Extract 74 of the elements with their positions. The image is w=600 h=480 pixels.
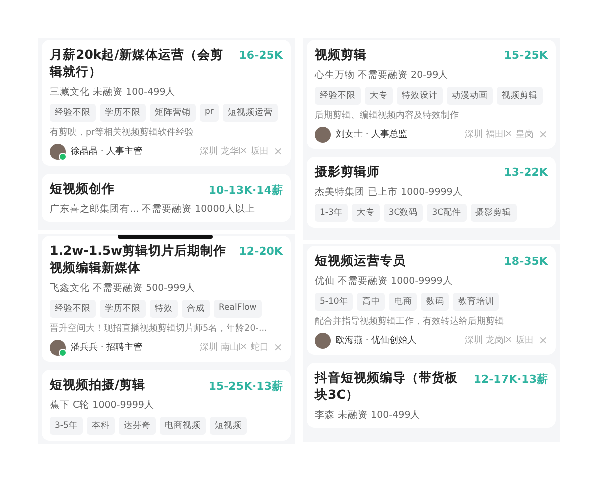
salary: 15-25K·13薪 xyxy=(208,378,283,394)
tag: 教育培训 xyxy=(453,292,500,311)
tag: 电商视频 xyxy=(160,416,206,435)
tag: 特效设计 xyxy=(397,86,443,105)
tag: 数码 xyxy=(421,292,450,311)
job-card[interactable]: 1.2w-1.5w剪辑切片后期制作视频编辑新媒体 12-20K 飞鑫文化 不需要融资 500-999人 经验不限 学历不限 特效 合成 RealFlow 晋升空间大！现招直播视频剪辑切片师5名，年龄20-... 潘兵兵 · 招聘主管 深圳 南山区 蛇口 × xyxy=(42,236,291,362)
company-info: 蕉下 C轮 1000-9999人 xyxy=(50,398,156,412)
job-card[interactable]: 短视频拍摄/剪辑 15-25K·13薪 蕉下 C轮 1000-9999人 3-5年 本科 达芬奇 电商视频 短视频 xyxy=(42,370,291,441)
company-info: 李森 未融资 100-499人 xyxy=(315,408,422,422)
company-info: 优仙 不需要融资 1000-9999人 xyxy=(315,274,454,288)
job-title: 抖音短视频编导（带货板块3C） xyxy=(315,370,459,404)
location: 深圳 龙岗区 坂田 xyxy=(465,334,534,348)
recruiter-name: 刘女士 · 人事总监 xyxy=(336,128,409,142)
location: 深圳 福田区 皇岗 xyxy=(465,128,534,142)
tag: 矩阵营销 xyxy=(150,104,196,122)
job-title: 短视频拍摄/剪辑 xyxy=(50,376,146,394)
tag: 大专 xyxy=(352,204,380,222)
salary: 13-22K xyxy=(504,164,548,179)
job-card[interactable]: 视频剪辑 15-25K 心生万物 不需要融资 20-99人 经验不限 大专 特效设计 动漫动画 视频剪辑 后期剪辑、编辑视频内容及特效制作 刘女士 · 人事总监 深圳 福田区 皇岗 × xyxy=(307,40,556,149)
job-card[interactable]: 月薪20k起/新媒体运营（会剪辑就行） 16-25K 三藏文化 未融资 100-499人 经验不限 学历不限 矩阵营销 pr 短视频运营 有剪映，pr等相关视频剪辑软件经验 徐晶晶 · 人事主管 深圳 龙华区 坂田 × xyxy=(42,40,291,166)
company-info: 飞鑫文化 不需要融资 500-999人 xyxy=(50,282,197,295)
tag: 本科 xyxy=(86,416,115,435)
tag: 特效 xyxy=(150,300,178,318)
job-title: 短视频运营专员 xyxy=(315,253,406,270)
salary: 18-35K xyxy=(504,254,548,268)
job-description: 晋升空间大！现招直播视频剪辑切片师5名，年龄20-... xyxy=(50,322,268,335)
tag: 学历不限 xyxy=(100,300,146,318)
salary: 12-17K·13薪 xyxy=(474,372,548,387)
tag: 短视频运营 xyxy=(222,104,278,122)
job-title: 视频剪辑 xyxy=(315,47,367,64)
tag: 5-10年 xyxy=(315,292,354,311)
recruiter-name: 潘兵兵 · 招聘主管 xyxy=(71,342,144,354)
salary: 15-25K xyxy=(504,48,548,62)
recruiter-name: 徐晶晶 · 人事主管 xyxy=(71,146,144,158)
recruiter-name: 欧海燕 · 优仙创始人 xyxy=(336,334,418,348)
tag: 1-3年 xyxy=(315,204,348,222)
job-description: 配合并指导视频剪辑工作，有效转达给后期剪辑 xyxy=(315,316,505,328)
tag: 经验不限 xyxy=(50,300,96,318)
tag: 经验不限 xyxy=(50,104,96,122)
tag: pr xyxy=(200,104,219,122)
job-title: 短视频创作 xyxy=(50,180,115,198)
salary: 16-25K xyxy=(239,48,283,62)
tag: 视频剪辑 xyxy=(497,86,543,105)
salary: 12-20K xyxy=(239,244,283,258)
location: 深圳 龙华区 坂田 xyxy=(200,146,269,158)
tag: 3C配件 xyxy=(427,204,467,222)
tag: 达芬奇 xyxy=(118,416,156,435)
tag: 摄影剪辑 xyxy=(470,204,517,222)
job-card[interactable]: 抖音短视频编导（带货板块3C） 12-17K·13薪 李森 未融资 100-499人 xyxy=(307,362,556,428)
tag: 大专 xyxy=(365,86,393,105)
location: 深圳 南山区 蛇口 xyxy=(200,342,269,354)
job-title: 1.2w-1.5w剪辑切片后期制作视频编辑新媒体 xyxy=(50,243,228,277)
tag: 经验不限 xyxy=(315,86,361,105)
company-info: 广东喜之郎集团有... 不需要融资 10000人以上 xyxy=(50,202,256,216)
job-description: 有剪映，pr等相关视频剪辑软件经验 xyxy=(50,126,196,139)
company-info: 三藏文化 未融资 100-499人 xyxy=(50,86,177,99)
company-info: 心生万物 不需要融资 20-99人 xyxy=(315,68,450,82)
company-info: 杰美特集团 已上市 1000-9999人 xyxy=(315,186,464,199)
tag: 高中 xyxy=(357,292,386,311)
tag: 合成 xyxy=(182,300,210,318)
tag: 3C数码 xyxy=(384,204,424,222)
job-card[interactable]: 短视频运营专员 18-35K 优仙 不需要融资 1000-9999人 5-10年 高中 电商 数码 教育培训 配合并指导视频剪辑工作，有效转达给后期剪辑 欧海燕 · 优仙创始人 深圳 龙岗区 坂田 × xyxy=(307,246,556,355)
salary: 10-13K·14薪 xyxy=(208,182,283,198)
tag: 短视频 xyxy=(210,416,247,435)
tag: RealFlow xyxy=(214,300,262,318)
job-card[interactable]: 摄影剪辑师 13-22K 杰美特集团 已上市 1000-9999人 1-3年 大专 3C数码 3C配件 摄影剪辑 xyxy=(307,156,556,228)
tag: 电商 xyxy=(389,292,418,311)
job-card[interactable]: 短视频创作 10-13K·14薪 广东喜之郎集团有... 不需要融资 10000人以上 xyxy=(42,174,291,222)
job-description: 后期剪辑、编辑视频内容及特效制作 xyxy=(315,110,460,122)
tag: 动漫动画 xyxy=(447,86,493,105)
job-title: 摄影剪辑师 xyxy=(315,164,380,181)
job-title: 月薪20k起/新媒体运营（会剪辑就行） xyxy=(50,47,224,81)
tag: 3-5年 xyxy=(50,416,83,435)
tag: 学历不限 xyxy=(100,104,146,122)
